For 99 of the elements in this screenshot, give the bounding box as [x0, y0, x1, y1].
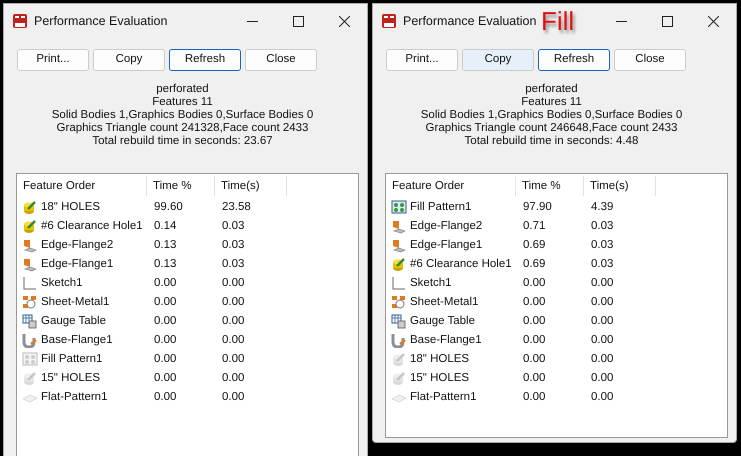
summary-text: Graphics Triangle count 241328,Face count 2433	[56, 122, 308, 135]
summary-text: Total rebuild time in seconds: 23.67	[92, 135, 273, 148]
dialog-button[interactable]: Print...	[386, 49, 458, 71]
table-cell-text: 0.00	[221, 352, 246, 367]
feature-name: Base-Flange1	[410, 332, 482, 348]
column-header[interactable]: Feature Order	[386, 176, 516, 196]
table-cell-text: 0.03	[590, 256, 614, 272]
column-header[interactable]: Time(s)	[584, 176, 656, 196]
feature-name: 18" HOLES	[410, 352, 470, 367]
summary-text: Graphics Triangle count 246648,Face count 2433	[426, 122, 678, 135]
feature-name: Fill Pattern1	[410, 200, 472, 215]
summary-text: Solid Bodies 1,Graphics Bodies 0,Surface Bodies 0	[420, 109, 682, 122]
table-cell-text: 23.58	[221, 200, 252, 215]
maximize-icon	[292, 16, 304, 26]
column-header[interactable]: Time(s)	[215, 176, 287, 196]
table-cell-text: 0.03	[590, 218, 614, 234]
dialog-button[interactable]: Refresh	[538, 49, 610, 71]
summary-text: Features 11	[521, 96, 582, 109]
feature-name: Flat-Pattern1	[41, 390, 108, 405]
feature-name: Flat-Pattern1	[410, 390, 476, 405]
table-cell-text: 0.00	[153, 314, 178, 329]
feature-name: Edge-Flange1	[41, 256, 114, 272]
table-cell-text: 99.60	[153, 200, 184, 215]
table-cell-text: 0.03	[590, 238, 614, 253]
close-icon	[338, 16, 350, 26]
feature-name: Edge-Flange2	[410, 218, 482, 234]
dialog-button[interactable]: Copy	[93, 49, 165, 71]
table-cell-text: 0.03	[221, 256, 246, 272]
table-cell-text: 0.00	[590, 352, 614, 367]
table-cell-text: 0.00	[590, 390, 614, 405]
feature-name: #6 Clearance Hole1	[41, 218, 143, 234]
summary-text: Total rebuild time in seconds: 4.48	[464, 135, 638, 148]
table-cell-text: 97.90	[522, 200, 553, 215]
table-cell-text: 0.00	[153, 352, 178, 367]
close-icon	[708, 16, 718, 26]
table-cell-text: 0.00	[153, 294, 178, 310]
table-cell-text: 0.00	[221, 390, 246, 405]
table-cell-text: 0.00	[590, 276, 614, 291]
feature-name: 15" HOLES	[41, 370, 100, 386]
table-cell-text: 0.00	[153, 390, 178, 405]
column-header[interactable]: Time %	[516, 176, 584, 196]
feature-name: Gauge Table	[410, 314, 476, 329]
table-cell-text: 0.13	[153, 238, 178, 253]
table-cell-text: 0.03	[221, 238, 246, 253]
feature-name: Edge-Flange2	[41, 238, 114, 253]
dialog-button[interactable]: Print...	[17, 49, 89, 71]
feature-name: Edge-Flange1	[410, 238, 482, 253]
table-cell-text: 0.00	[590, 370, 614, 386]
table-cell-text: 0.00	[153, 276, 178, 291]
feature-name: Fill Pattern1	[41, 352, 102, 367]
feature-name: 15" HOLES	[410, 370, 470, 386]
window-title: Performance Evaluation	[34, 12, 168, 30]
table-cell-text: 0.00	[153, 332, 178, 348]
column-header[interactable]: Feature Order	[17, 176, 147, 196]
feature-name: Sketch1	[410, 276, 452, 291]
feature-name: Gauge Table	[41, 314, 106, 329]
table-cell-text: 0.69	[522, 256, 546, 272]
feature-name: Sketch1	[41, 276, 83, 291]
feature-name: 18" HOLES	[41, 200, 100, 215]
feature-name: Base-Flange1	[41, 332, 113, 348]
table-cell-text: 0.00	[153, 370, 178, 386]
feature-name: Sheet-Metal1	[410, 294, 478, 310]
table-cell-text: 0.00	[221, 276, 246, 291]
feature-name: Sheet-Metal1	[41, 294, 110, 310]
table-cell-text: 0.00	[522, 294, 546, 310]
dialog-button[interactable]: Refresh	[169, 49, 241, 71]
summary-text: perforated	[156, 83, 209, 96]
summary-text: Features 11	[152, 96, 213, 109]
table-cell-text: 0.00	[221, 332, 246, 348]
table-cell-text: 0.00	[522, 390, 546, 405]
table-cell-text: 0.00	[522, 352, 546, 367]
table-cell-text: 0.00	[590, 314, 614, 329]
table-cell-text: 0.00	[221, 314, 246, 329]
table-cell-text: 0.00	[522, 332, 546, 348]
table-cell-text: 0.00	[590, 294, 614, 310]
table-cell-text: 0.14	[153, 218, 178, 234]
table-cell-text: 0.00	[221, 294, 246, 310]
table-cell-text: 0.13	[153, 256, 178, 272]
dialog-button[interactable]: Copy	[462, 49, 534, 71]
table-cell-text: 4.39	[590, 200, 614, 215]
summary-text: Solid Bodies 1,Graphics Bodies 0,Surface Bodies 0	[52, 109, 314, 122]
table-cell-text: 0.00	[221, 370, 246, 386]
app-logo-icon	[12, 13, 28, 29]
table-cell-text: 0.00	[522, 314, 546, 329]
app-logo-icon	[381, 13, 397, 29]
table-cell-text: 0.03	[221, 218, 246, 234]
table-cell-text: 0.00	[590, 332, 614, 348]
table-cell-text: 0.69	[522, 238, 546, 253]
table-cell-text: 0.00	[522, 370, 546, 386]
feature-name: #6 Clearance Hole1	[410, 256, 512, 272]
summary-text: perforated	[525, 83, 578, 96]
column-header[interactable]: Time %	[147, 176, 215, 196]
table-cell-text: 0.71	[522, 218, 546, 234]
dialog-button[interactable]: Close	[245, 49, 317, 71]
window-title: Performance Evaluation	[403, 12, 536, 30]
table-cell-text: 0.00	[522, 276, 546, 291]
maximize-icon	[662, 16, 672, 26]
annotation-label: Fill	[541, 7, 574, 35]
dialog-button[interactable]: Close	[614, 49, 686, 71]
